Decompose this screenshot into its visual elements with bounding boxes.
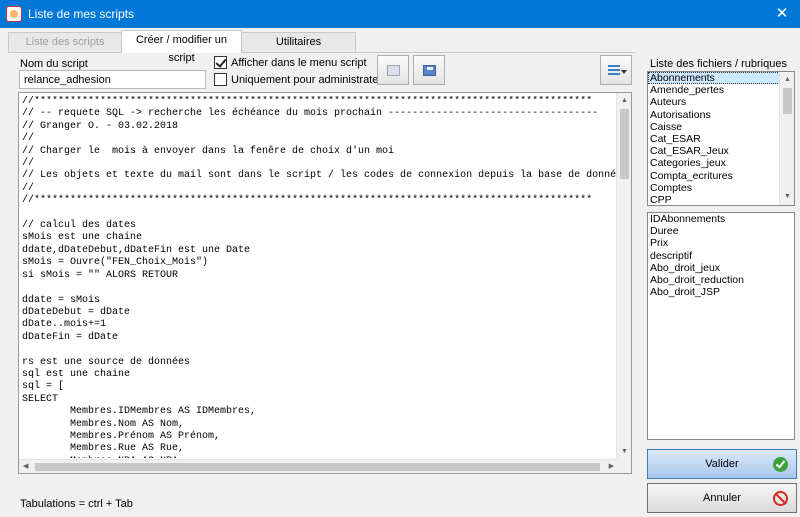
field-list-item[interactable]: Abo_droit_reduction (648, 274, 794, 286)
tab-liste-des-scripts[interactable]: Liste des scripts (8, 32, 122, 52)
script-name-label: Nom du script (20, 58, 88, 70)
tables-list-scrollbar[interactable]: ▲ ▼ (779, 72, 794, 205)
save-icon (423, 65, 436, 76)
show-in-menu-label: Afficher dans le menu script (231, 57, 367, 69)
table-list-item[interactable]: Cat_ESAR (648, 133, 794, 145)
app-icon (6, 6, 22, 22)
admin-only-label: Uniquement pour administrateur (231, 74, 389, 86)
tab-utilitaires[interactable]: Utilitaires (241, 32, 356, 52)
files-panel-label: Liste des fichiers / rubriques (650, 58, 787, 70)
copy-button[interactable] (377, 55, 409, 85)
scroll-left-icon[interactable]: ◀ (23, 462, 28, 472)
menu-lines-icon (608, 65, 620, 75)
table-list-item[interactable]: Autorisations (648, 109, 794, 121)
tab-creer-modifier[interactable]: Créer / modifier un script (121, 30, 242, 64)
horizontal-scroll-thumb[interactable] (35, 463, 600, 471)
field-list-item[interactable]: Abo_droit_jeux (648, 262, 794, 274)
tab-hint: Tabulations = ctrl + Tab (20, 498, 133, 510)
scroll-up-icon[interactable]: ▲ (784, 75, 791, 85)
table-list-item[interactable]: Caisse (648, 121, 794, 133)
fields-list[interactable]: IDAbonnements Duree Prix descriptif Abo_droi… (647, 212, 795, 440)
table-list-item[interactable]: Compta_ecritures (648, 170, 794, 182)
valider-label: Valider (705, 458, 739, 470)
tables-list-scroll-thumb[interactable] (783, 88, 792, 114)
copy-icon (387, 65, 400, 76)
check-circle-icon (773, 457, 788, 472)
vertical-scrollbar[interactable]: ▲ ▼ (616, 93, 631, 460)
field-list-item[interactable]: IDAbonnements (648, 213, 794, 225)
no-entry-icon (773, 491, 788, 506)
show-in-menu-checkbox[interactable] (214, 56, 227, 69)
table-list-item[interactable]: Comptes (648, 182, 794, 194)
scroll-down-icon[interactable]: ▼ (784, 192, 791, 202)
script-code[interactable]: //**************************************… (22, 96, 618, 458)
save-button[interactable] (413, 55, 445, 85)
table-list-item[interactable]: Abonnements (648, 72, 794, 85)
scrollbar-corner (616, 458, 631, 473)
valider-button[interactable]: Valider (647, 449, 797, 479)
field-list-item[interactable]: Abo_droit_JSP (648, 286, 794, 298)
scroll-down-icon[interactable]: ▼ (621, 447, 628, 457)
table-list-item[interactable]: Categories_jeux (648, 157, 794, 169)
annuler-label: Annuler (703, 492, 741, 504)
annuler-button[interactable]: Annuler (647, 483, 797, 513)
close-icon[interactable]: ✕ (764, 0, 800, 28)
table-list-item[interactable]: Auteurs (648, 96, 794, 108)
chevron-down-icon (621, 70, 627, 74)
scroll-up-icon[interactable]: ▲ (621, 96, 628, 106)
window-title: Liste de mes scripts (28, 7, 135, 21)
field-list-item[interactable]: Duree (648, 225, 794, 237)
admin-only-checkbox[interactable] (214, 73, 227, 86)
table-list-item[interactable]: Cat_ESAR_Jeux (648, 145, 794, 157)
dialog-body: Liste des scripts Créer / modifier un sc… (0, 28, 800, 517)
tables-list[interactable]: Abonnements Amende_pertes Auteurs Autorisat… (647, 71, 795, 206)
table-list-item[interactable]: Amende_pertes (648, 84, 794, 96)
scroll-right-icon[interactable]: ▶ (609, 462, 614, 472)
title-bar: Liste de mes scripts ✕ (0, 0, 800, 28)
table-list-item[interactable]: CPP (648, 194, 794, 205)
vertical-scroll-thumb[interactable] (620, 109, 629, 179)
field-list-item[interactable]: Prix (648, 237, 794, 249)
script-editor[interactable]: //**************************************… (18, 92, 632, 474)
script-name-input[interactable]: relance_adhesion (19, 70, 206, 89)
editor-menu-button[interactable] (600, 55, 632, 85)
field-list-item[interactable]: descriptif (648, 250, 794, 262)
horizontal-scrollbar[interactable]: ◀ ▶ (19, 459, 618, 473)
